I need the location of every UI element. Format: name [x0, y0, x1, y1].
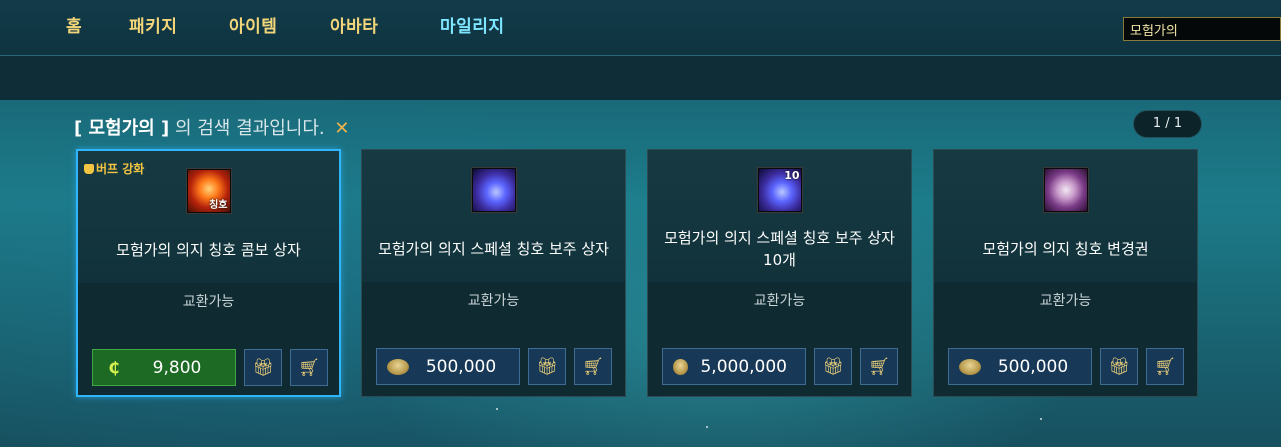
cart-button[interactable]: 🛒︎: [574, 348, 612, 385]
gift-icon: 🎁︎: [1108, 356, 1130, 377]
gift-icon: 🎁︎: [822, 356, 844, 377]
item-name: 모험가의 의지 칭호 변경권: [982, 240, 1149, 258]
cart-button[interactable]: 🛒︎: [1146, 348, 1184, 385]
cart-icon: 🛒︎: [582, 356, 604, 377]
search-result-message: [ 모험가의 ] 의 검색 결과입니다. ✕: [74, 114, 349, 140]
special-title-box-icon[interactable]: [471, 168, 516, 212]
nav-tab-home[interactable]: 홈: [66, 12, 82, 37]
top-navigation: 홈 패키지 아이템 아바타 마일리지: [0, 0, 1281, 56]
product-card[interactable]: 버프 강화 칭호 모험가의 의지 칭호 콤보 상자 교환가능 ₵ 9,800 🎁…: [76, 149, 341, 397]
price-value: 5,000,000: [700, 356, 787, 377]
close-icon[interactable]: ✕: [334, 118, 349, 139]
thumbs-up-icon: [84, 164, 94, 174]
sparkle-dot: [1040, 418, 1042, 420]
product-card[interactable]: 모험가의 의지 칭호 변경권 교환가능 500,000 🎁︎ 🛒︎: [933, 149, 1198, 397]
mileage-coin-icon: [959, 358, 981, 375]
gift-button[interactable]: 🎁︎: [814, 348, 852, 385]
price-button[interactable]: 500,000: [948, 348, 1092, 385]
sub-navigation-bar: [0, 56, 1281, 100]
trade-status: 교환가능: [1039, 293, 1092, 309]
title-change-ticket-icon[interactable]: [1043, 168, 1088, 212]
icon-label: 칭호: [209, 200, 228, 211]
special-title-box-10-icon[interactable]: 10: [757, 168, 802, 212]
mileage-coin-icon: [387, 358, 409, 375]
page-indicator: 1 / 1: [1133, 110, 1202, 138]
trade-status: 교환가능: [753, 293, 806, 309]
item-name: 모험가의 의지 스페셜 칭호 보주 상자 10개: [664, 229, 895, 269]
cash-icon: ₵: [108, 357, 120, 377]
nav-tab-avatar[interactable]: 아바타: [330, 12, 378, 37]
price-button[interactable]: 5,000,000: [662, 348, 806, 385]
mileage-coin-icon: [673, 358, 689, 375]
cart-icon: 🛒︎: [298, 357, 320, 378]
title-combo-box-icon[interactable]: 칭호: [186, 169, 231, 213]
price-value: 500,000: [997, 356, 1069, 377]
nav-tab-item[interactable]: 아이템: [229, 12, 277, 37]
gift-icon: 🎁︎: [252, 357, 274, 378]
item-name: 모험가의 의지 스페셜 칭호 보주 상자: [378, 240, 609, 258]
price-value: 500,000: [425, 356, 497, 377]
buff-badge: 버프 강화: [84, 160, 144, 177]
cart-icon: 🛒︎: [868, 356, 890, 377]
search-keyword: [ 모험가의 ]: [74, 118, 170, 139]
trade-status: 교환가능: [467, 293, 520, 309]
gift-button[interactable]: 🎁︎: [244, 349, 282, 386]
trade-status: 교환가능: [182, 294, 235, 310]
sparkle-dot: [706, 426, 708, 428]
gift-button[interactable]: 🎁︎: [1100, 348, 1138, 385]
search-input[interactable]: [1123, 17, 1281, 41]
gift-button[interactable]: 🎁︎: [528, 348, 566, 385]
price-button[interactable]: ₵ 9,800: [92, 349, 236, 386]
badge-label: 버프 강화: [96, 162, 145, 176]
cart-button[interactable]: 🛒︎: [290, 349, 328, 386]
cart-icon: 🛒︎: [1154, 356, 1176, 377]
product-card[interactable]: 모험가의 의지 스페셜 칭호 보주 상자 교환가능 500,000 🎁︎ 🛒︎: [361, 149, 626, 397]
price-value: 9,800: [152, 357, 202, 378]
product-card[interactable]: 10 모험가의 의지 스페셜 칭호 보주 상자 10개 교환가능 5,000,0…: [647, 149, 912, 397]
icon-count-label: 10: [784, 169, 800, 182]
gift-icon: 🎁︎: [536, 356, 558, 377]
price-button[interactable]: 500,000: [376, 348, 520, 385]
nav-tab-mileage[interactable]: 마일리지: [440, 12, 505, 37]
item-name: 모험가의 의지 칭호 콤보 상자: [116, 241, 301, 259]
sparkle-dot: [496, 408, 498, 410]
nav-tab-package[interactable]: 패키지: [129, 12, 177, 37]
cart-button[interactable]: 🛒︎: [860, 348, 898, 385]
search-result-suffix: 의 검색 결과입니다.: [174, 118, 325, 139]
